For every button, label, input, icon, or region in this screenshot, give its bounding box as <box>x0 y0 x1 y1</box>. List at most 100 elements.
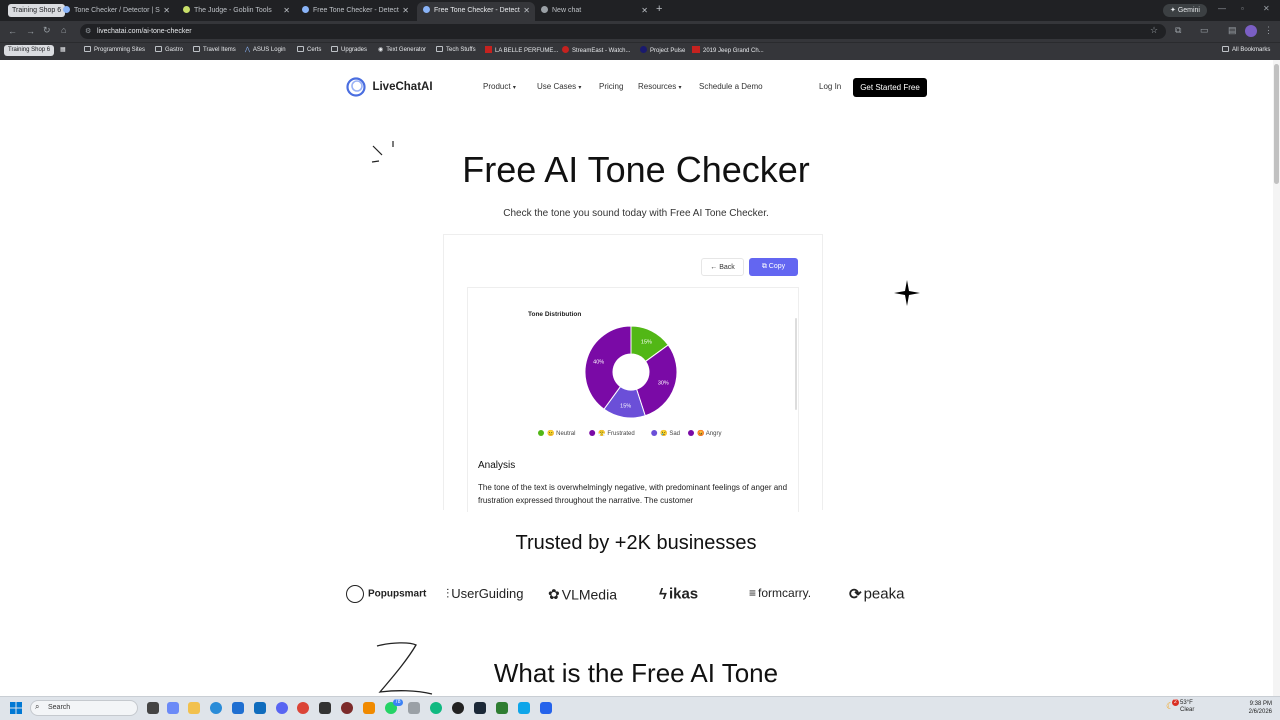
nav-use-cases[interactable]: Use Cases ▾ <box>537 82 581 91</box>
bookmark-tech-stuffs[interactable]: Tech Stuffs <box>436 46 476 55</box>
analysis-heading: Analysis <box>478 460 516 471</box>
folder-icon <box>84 46 91 52</box>
tab-goblin-tools[interactable]: The Judge - Goblin Tools ✕ <box>177 2 295 21</box>
maximize-icon[interactable]: ▫ <box>1241 4 1244 13</box>
chevron-down-icon: ▾ <box>512 85 516 91</box>
legend-label[interactable]: 😐 Neutral <box>547 429 575 437</box>
bookmark-travel-items[interactable]: Travel Items <box>193 46 236 55</box>
app-icon-grey[interactable] <box>408 702 420 714</box>
side-panel-icon[interactable]: ▭ <box>1200 25 1209 36</box>
bookmark-upgrades[interactable]: Upgrades <box>331 46 367 55</box>
site-info-icon[interactable]: ⚙ <box>85 27 91 35</box>
legend-label[interactable]: 😢 Sad <box>660 429 680 437</box>
url-text[interactable]: livechatai.com/ai-tone-checker <box>97 26 192 37</box>
back-button[interactable]: ← Back <box>701 258 744 276</box>
close-tab-icon[interactable]: ✕ <box>402 2 409 19</box>
jeep-icon <box>692 46 700 53</box>
tab-tone-checker-sapling[interactable]: Tone Checker / Detector | Sapl ✕ <box>57 2 175 21</box>
outlook-icon[interactable] <box>254 702 266 714</box>
taskbar-search-input[interactable]: Search <box>30 700 138 716</box>
tab-free-tone-checker-1[interactable]: Free Tone Checker - Detect Ton✕ <box>296 2 414 21</box>
tab-new-chat[interactable]: New chat ✕ <box>535 2 653 21</box>
close-tab-icon[interactable]: ✕ <box>163 2 170 19</box>
get-started-button[interactable]: Get Started Free <box>853 78 927 97</box>
terminal-icon[interactable] <box>319 702 331 714</box>
bookmark-programming-sites[interactable]: Programming Sites <box>84 46 145 55</box>
bookmark-asus-login[interactable]: ⋀ ASUS Login <box>245 46 286 55</box>
extensions-icon[interactable]: ⧉ <box>1175 25 1181 36</box>
forward-icon[interactable]: → <box>26 26 35 36</box>
new-tab-icon[interactable]: + <box>656 3 662 15</box>
nav-resources[interactable]: Resources ▾ <box>638 82 682 91</box>
minimize-icon[interactable]: — <box>1218 4 1226 13</box>
gemini-label: Gemini <box>1177 7 1200 14</box>
app-icon-blue[interactable] <box>518 702 530 714</box>
legend-swatch <box>589 430 596 436</box>
copilot-icon[interactable] <box>167 702 179 714</box>
tab-favicon-icon <box>183 6 190 13</box>
cast-icon[interactable]: ▤ <box>1228 25 1237 36</box>
chart-title: Tone Distribution <box>528 311 581 318</box>
gemini-icon: ✦ <box>1170 7 1178 14</box>
bookmark-project-pulse[interactable]: Project Pulse <box>640 46 685 56</box>
site-logo[interactable]: LiveChatAI <box>346 77 433 97</box>
app-icon-green[interactable] <box>496 702 508 714</box>
login-link[interactable]: Log In <box>819 82 841 91</box>
chart-legend: 😐 Neutral 😤 Frustrated 😢 Sad 😡 Angry <box>538 429 721 437</box>
gemini-button[interactable]: ✦ Gemini <box>1163 4 1207 17</box>
chevron-down-icon: ▾ <box>578 85 582 91</box>
page-scrollbar-thumb[interactable] <box>1274 64 1279 184</box>
tab-title: New chat <box>552 7 582 14</box>
bookmark-certs[interactable]: Certs <box>297 46 321 55</box>
steam-icon[interactable] <box>474 702 486 714</box>
xbox-icon[interactable] <box>430 702 442 714</box>
folder-icon <box>331 46 338 52</box>
weather-widget[interactable]: 53°F Clear <box>1180 700 1194 714</box>
nav-product[interactable]: Product ▾ <box>483 82 516 91</box>
formcarry-icon: ≡ <box>749 585 757 600</box>
tab-title: Tone Checker / Detector | Sapl <box>74 7 160 14</box>
back-icon[interactable]: ← <box>8 26 17 36</box>
bookmark-star-icon[interactable]: ☆ <box>1150 25 1158 36</box>
legend-label[interactable]: 😡 Angry <box>697 429 721 437</box>
all-bookmarks[interactable]: All Bookmarks <box>1222 46 1270 55</box>
legend-label[interactable]: 😤 Frustrated <box>598 429 634 437</box>
tab-favicon-icon <box>423 6 430 13</box>
nav-pricing[interactable]: Pricing <box>599 82 623 91</box>
file-explorer-icon[interactable] <box>188 702 200 714</box>
bookmark-la-belle[interactable]: LA BELLE PERFUME... <box>485 46 558 56</box>
close-tab-icon[interactable]: ✕ <box>641 2 648 19</box>
bookmark-streameast[interactable]: StreamEast - Watch... <box>562 46 630 56</box>
profile-avatar[interactable] <box>1245 25 1257 37</box>
bookmark-jeep[interactable]: 2019 Jeep Grand Ch... <box>692 46 764 56</box>
address-bar[interactable] <box>80 24 1166 39</box>
app-icon-dark[interactable] <box>452 702 464 714</box>
bookmark-group-label[interactable]: Training Shop 6 <box>4 45 55 56</box>
close-window-icon[interactable]: ✕ <box>1263 4 1270 13</box>
windows-start-icon[interactable] <box>10 702 22 714</box>
store-icon[interactable] <box>232 702 244 714</box>
vlc-icon[interactable] <box>363 702 375 714</box>
mail-icon[interactable] <box>540 702 552 714</box>
close-tab-icon[interactable]: ✕ <box>283 2 290 19</box>
edge-icon[interactable] <box>210 702 222 714</box>
reload-icon[interactable]: ↻ <box>43 25 51 36</box>
bookmark-text-generator[interactable]: ◉ Text Generator <box>378 46 426 55</box>
copy-button[interactable]: ⧉ Copy <box>749 258 798 276</box>
menu-icon[interactable]: ⋮ <box>1264 25 1273 36</box>
folder-icon <box>155 46 162 52</box>
bookmark-gastro[interactable]: Gastro <box>155 46 183 55</box>
panel-scrollbar[interactable] <box>795 318 797 410</box>
app-icon-red[interactable] <box>341 702 353 714</box>
clock[interactable]: 9:38 PM 2/6/2026 <box>1238 700 1272 716</box>
apps-grid-icon[interactable]: ▦ <box>60 46 66 55</box>
chart-data-label: 40% <box>593 359 604 365</box>
task-view-icon[interactable] <box>147 702 159 714</box>
discord-icon[interactable] <box>276 702 288 714</box>
tab-free-tone-checker-active[interactable]: Free Tone Checker - Detect Ton✕ <box>417 2 535 21</box>
nav-schedule-demo[interactable]: Schedule a Demo <box>699 82 763 91</box>
chrome-icon[interactable] <box>297 702 309 714</box>
page-title: Free AI Tone Checker <box>462 149 810 190</box>
home-icon[interactable]: ⌂ <box>61 25 66 35</box>
close-tab-icon[interactable]: ✕ <box>523 2 530 19</box>
